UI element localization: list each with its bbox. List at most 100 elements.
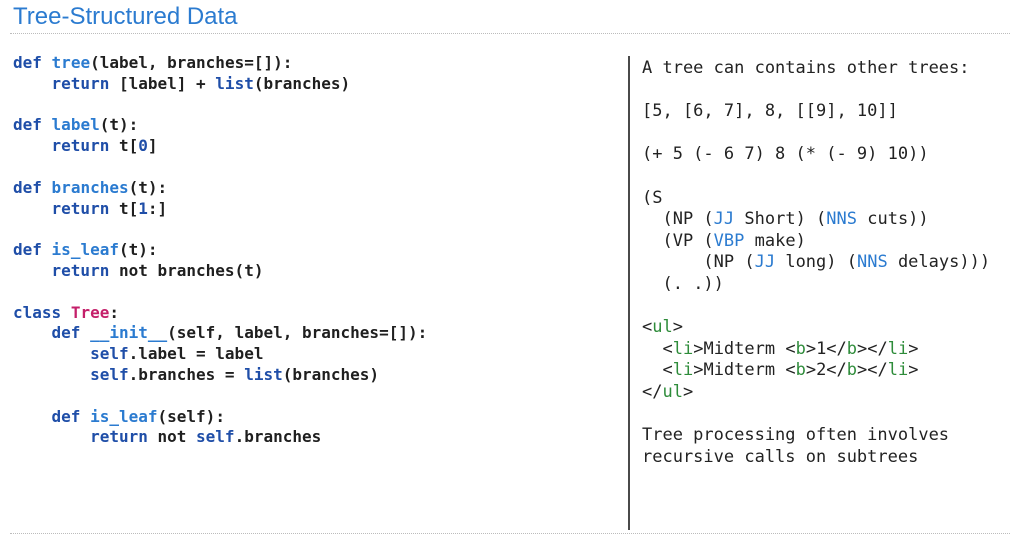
code-text: .branches — [234, 427, 322, 447]
branches-def-line: def branches(t): — [13, 178, 167, 197]
html-tag: b — [846, 338, 858, 359]
code-text: : — [109, 302, 119, 322]
signature: (t): — [128, 177, 168, 197]
keyword: return — [51, 73, 110, 93]
code-text: ] — [147, 136, 158, 156]
number: 1 — [138, 198, 148, 218]
keyword: def — [51, 406, 81, 426]
code-text: (NP ( — [703, 252, 755, 273]
html-line: <li>Midterm <b>1</b></li> — [662, 339, 918, 359]
is-leaf-return-line: return not branches(t) — [52, 261, 264, 280]
code-text: >2</ — [805, 360, 847, 381]
self-keyword: self — [196, 427, 235, 447]
code-text: make) — [744, 230, 806, 251]
code-text: not branches(t) — [109, 260, 264, 280]
self-keyword: self — [90, 364, 129, 384]
number: 0 — [138, 136, 148, 156]
code-text: .label = label — [128, 344, 264, 364]
html-line: </ul> — [642, 382, 693, 402]
builtin: list — [244, 364, 283, 384]
parse-tree-line: (NP (JJ long) (NNS delays))) — [703, 252, 990, 272]
title-divider — [10, 33, 1010, 34]
code-text: > — [908, 360, 919, 381]
code-text: (branches) — [253, 73, 351, 93]
html-tag: ul — [652, 317, 673, 338]
code-text: cuts)) — [857, 209, 929, 230]
keyword: return — [51, 260, 110, 280]
signature: (self): — [157, 406, 225, 426]
init-def-line: def __init__(self, label, branches=[]): — [52, 323, 428, 342]
code-text: delays))) — [887, 252, 991, 273]
signature: (t): — [99, 115, 139, 135]
outro-text-line: recursive calls on subtrees — [642, 446, 919, 467]
s-expression-example: (+ 5 (- 6 7) 8 (* (- 9) 10)) — [642, 144, 929, 165]
keyword: return — [90, 427, 148, 447]
keyword: return — [51, 136, 110, 156]
code-text: ></ — [857, 338, 888, 359]
keyword: def — [13, 115, 42, 135]
python-code-block: def tree(label, branches=[]): return [la… — [13, 53, 427, 448]
code-text: < — [642, 317, 653, 338]
pos-tag: VBP — [713, 230, 745, 251]
pos-tag: NNS — [856, 252, 888, 273]
code-text: < — [662, 360, 673, 381]
keyword: def — [13, 53, 42, 72]
html-line: <li>Midterm <b>2</b></li> — [662, 360, 918, 380]
self-keyword: self — [90, 344, 129, 364]
branches-return-line: return t[1:] — [52, 199, 168, 218]
signature: (t): — [118, 240, 158, 260]
is-leaf-def-line: def is_leaf(t): — [13, 240, 158, 259]
html-tag: b — [795, 338, 806, 359]
function-name: label — [51, 115, 100, 135]
code-text: not — [147, 427, 197, 447]
code-text: >Midterm < — [693, 338, 796, 359]
html-tag: li — [672, 360, 694, 381]
code-text: t[ — [109, 198, 139, 218]
code-text: > — [682, 381, 694, 402]
tree-examples-block: A tree can contains other trees: [5, [6,… — [642, 58, 990, 468]
code-text: Short) ( — [734, 209, 827, 230]
keyword: def — [13, 177, 42, 197]
code-text: .branches = — [128, 364, 245, 384]
code-text: </ — [642, 381, 663, 402]
code-text: [label] + — [109, 73, 216, 93]
code-text: > — [672, 317, 683, 338]
keyword: def — [13, 240, 42, 260]
code-text: :] — [147, 198, 168, 218]
code-text: >1</ — [805, 338, 847, 359]
code-text: (NP ( — [662, 209, 714, 230]
code-text: >Midterm < — [693, 360, 796, 381]
keyword: class — [13, 302, 62, 322]
html-tag: ul — [662, 381, 683, 402]
code-text: > — [908, 338, 919, 359]
slide-title: Tree-Structured Data — [13, 3, 238, 30]
html-line: <ul> — [642, 317, 683, 337]
label-def-line: def label(t): — [13, 115, 138, 134]
function-name: branches — [51, 177, 129, 197]
code-text: ></ — [857, 360, 888, 381]
html-tag: b — [846, 360, 858, 381]
code-text: (branches) — [282, 364, 380, 384]
code-text: t[ — [109, 136, 139, 156]
parse-tree-line: (VP (VBP make) — [662, 231, 805, 251]
class-name: Tree — [70, 302, 110, 322]
code-text: < — [662, 338, 673, 359]
parse-tree-line: (S — [642, 187, 663, 208]
keyword: def — [51, 323, 81, 343]
tree-def-line: def tree(label, branches=[]): — [13, 53, 292, 72]
html-tag: li — [887, 360, 909, 381]
method-is-leaf-def-line: def is_leaf(self): — [52, 407, 225, 426]
nested-list-example: [5, [6, 7], 8, [[9], 10]] — [642, 101, 898, 122]
init-label-line: self.label = label — [90, 344, 263, 363]
pos-tag: NNS — [826, 209, 857, 230]
function-name: is_leaf — [90, 406, 158, 426]
function-name: __init__ — [90, 323, 168, 343]
pos-tag: JJ — [713, 209, 735, 230]
class-def-line: class Tree: — [13, 303, 119, 322]
signature: (self, label, branches=[]): — [167, 323, 428, 343]
function-name: tree — [51, 53, 91, 72]
keyword: return — [51, 198, 110, 218]
builtin: list — [215, 73, 254, 93]
label-return-line: return t[0] — [52, 136, 158, 155]
init-branches-line: self.branches = list(branches) — [90, 365, 379, 384]
